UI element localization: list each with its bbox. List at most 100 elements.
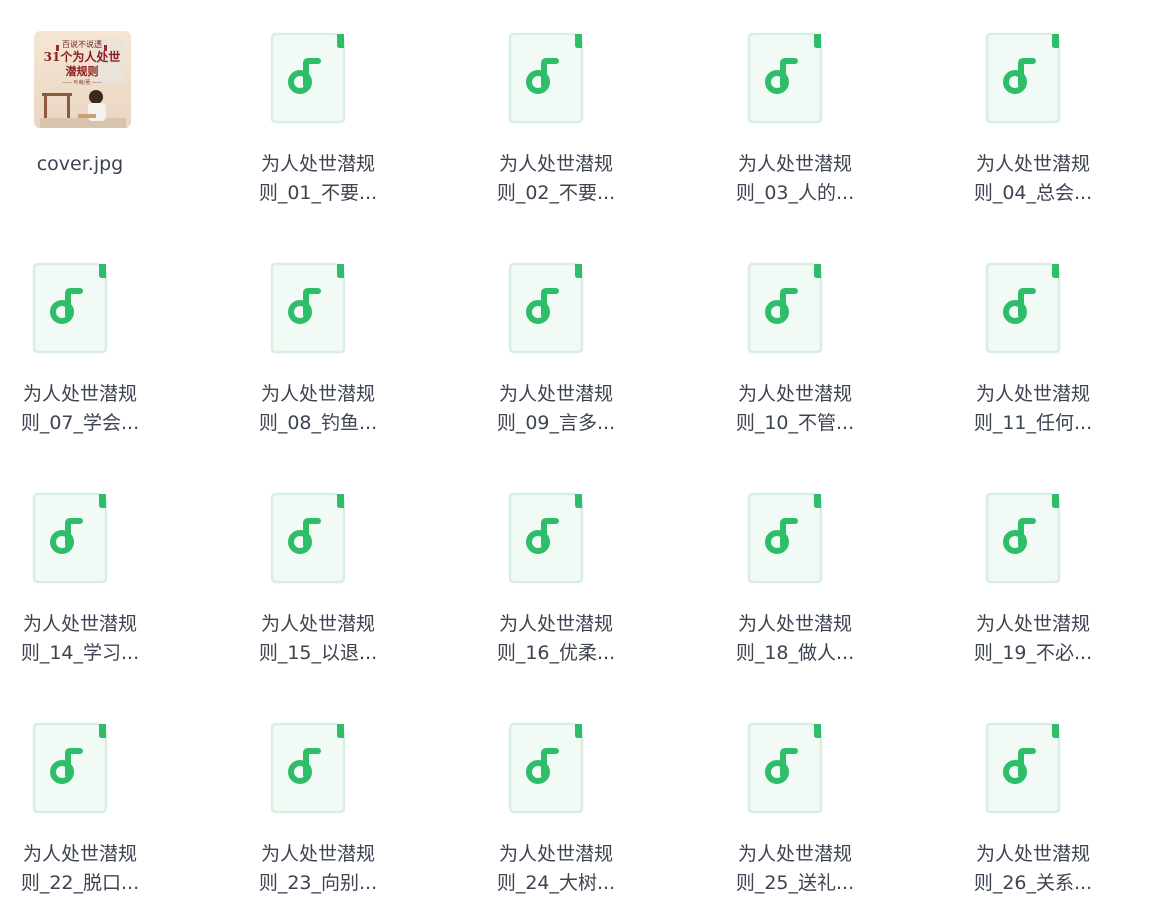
music-file-icon xyxy=(30,260,110,356)
file-name-line1: 为人处世潜规 xyxy=(498,843,613,865)
svg-text:潜规则: 潜规则 xyxy=(66,64,99,78)
file-item-audio[interactable]: 为人处世潜规 则_24_大树... xyxy=(486,690,636,894)
file-name-line1: 为人处世潜规 xyxy=(498,153,613,175)
file-name-line1: 为人处世潜规 xyxy=(975,383,1090,405)
file-name: 为人处世潜规 则_24_大树... xyxy=(486,840,626,898)
file-name-line1: 为人处世潜规 xyxy=(22,383,137,405)
file-item-audio[interactable]: 为人处世潜规 则_23_向别... xyxy=(248,690,398,894)
file-name-line2: 则_25_送礼... xyxy=(735,872,855,894)
music-file-icon xyxy=(983,490,1063,586)
file-item-audio[interactable]: 为人处世潜规 则_14_学习... xyxy=(10,460,160,664)
file-name-line1: 为人处世潜规 xyxy=(498,383,613,405)
file-name: 为人处世潜规 则_18_做人... xyxy=(725,610,865,668)
file-name-line1: 为人处世潜规 xyxy=(737,383,852,405)
file-name: 为人处世潜规 则_10_不管... xyxy=(725,380,865,438)
file-name-line2: 则_22_脱口... xyxy=(20,872,140,894)
file-item-audio[interactable]: 为人处世潜规 则_07_学会... xyxy=(10,230,160,434)
file-name-line2: 则_08_钓鱼... xyxy=(258,412,378,434)
music-file-icon xyxy=(268,260,348,356)
cover-image-thumbnail: 百说不说透 31个为人处世 潜规则 —— 叶萌/著 —— xyxy=(34,31,131,128)
file-name-line1: 为人处世潜规 xyxy=(737,843,852,865)
svg-text:31个为人处世: 31个为人处世 xyxy=(44,49,121,64)
music-file-icon xyxy=(506,490,586,586)
music-file-icon xyxy=(745,720,825,816)
music-file-icon xyxy=(745,490,825,586)
file-name: 为人处世潜规 则_11_任何... xyxy=(963,380,1103,438)
file-name-line1: 为人处世潜规 xyxy=(22,613,137,635)
file-name-line1: 为人处世潜规 xyxy=(737,153,852,175)
file-name: 为人处世潜规 则_16_优柔... xyxy=(486,610,626,668)
music-file-icon xyxy=(983,30,1063,126)
file-grid: 百说不说透 31个为人处世 潜规则 —— 叶萌/著 —— cover.jpg 为… xyxy=(0,0,1164,905)
file-name: 为人处世潜规 则_26_关系... xyxy=(963,840,1103,898)
file-item-audio[interactable]: 为人处世潜规 则_01_不要... xyxy=(248,0,398,204)
music-file-icon xyxy=(268,720,348,816)
file-name-line1: 为人处世潜规 xyxy=(260,383,375,405)
file-item-audio[interactable]: 为人处世潜规 则_04_总会... xyxy=(963,0,1113,204)
file-name-line2: 则_01_不要... xyxy=(258,182,378,204)
file-name: 为人处世潜规 则_22_脱口... xyxy=(10,840,150,898)
file-item-audio[interactable]: 为人处世潜规 则_02_不要... xyxy=(486,0,636,204)
music-file-icon xyxy=(506,260,586,356)
file-item-audio[interactable]: 为人处世潜规 则_25_送礼... xyxy=(725,690,875,894)
music-file-icon xyxy=(745,30,825,126)
file-name-line2: 则_24_大树... xyxy=(496,872,616,894)
file-item-audio[interactable]: 为人处世潜规 则_09_言多... xyxy=(486,230,636,434)
file-item-audio[interactable]: 为人处世潜规 则_26_关系... xyxy=(963,690,1113,894)
file-name: 为人处世潜规 则_23_向别... xyxy=(248,840,388,898)
music-file-icon xyxy=(30,490,110,586)
file-name-line1: cover.jpg xyxy=(36,153,124,175)
file-name-line2: 则_16_优柔... xyxy=(496,642,616,664)
music-file-icon xyxy=(506,30,586,126)
file-name: 为人处世潜规 则_19_不必... xyxy=(963,610,1103,668)
file-name-line1: 为人处世潜规 xyxy=(737,613,852,635)
file-name: 为人处世潜规 则_03_人的... xyxy=(725,150,865,208)
file-name-line1: 为人处世潜规 xyxy=(975,843,1090,865)
file-name: 为人处世潜规 则_02_不要... xyxy=(486,150,626,208)
file-name-line2: 则_19_不必... xyxy=(973,642,1093,664)
music-file-icon xyxy=(268,30,348,126)
file-name-line1: 为人处世潜规 xyxy=(260,843,375,865)
music-file-icon xyxy=(268,490,348,586)
music-file-icon xyxy=(983,720,1063,816)
file-name-line1: 为人处世潜规 xyxy=(498,613,613,635)
file-name: 为人处世潜规 则_15_以退... xyxy=(248,610,388,668)
file-name-line2: 则_18_做人... xyxy=(735,642,855,664)
file-name-line2: 则_03_人的... xyxy=(735,182,855,204)
file-name-line1: 为人处世潜规 xyxy=(22,843,137,865)
file-name: 为人处世潜规 则_07_学会... xyxy=(10,380,150,438)
file-name-line2: 则_07_学会... xyxy=(20,412,140,434)
file-name: 为人处世潜规 则_04_总会... xyxy=(963,150,1103,208)
file-name-line2: 则_11_任何... xyxy=(973,412,1093,434)
file-item-audio[interactable]: 为人处世潜规 则_16_优柔... xyxy=(486,460,636,664)
file-name: 为人处世潜规 则_01_不要... xyxy=(248,150,388,208)
music-file-icon xyxy=(745,260,825,356)
file-name-line2: 则_04_总会... xyxy=(973,182,1093,204)
file-name-line1: 为人处世潜规 xyxy=(975,613,1090,635)
file-name: 为人处世潜规 则_25_送礼... xyxy=(725,840,865,898)
file-name-line2: 则_23_向别... xyxy=(258,872,378,894)
file-name: 为人处世潜规 则_14_学习... xyxy=(10,610,150,668)
file-name-line2: 则_26_关系... xyxy=(973,872,1093,894)
file-name: 为人处世潜规 则_08_钓鱼... xyxy=(248,380,388,438)
file-item-audio[interactable]: 为人处世潜规 则_15_以退... xyxy=(248,460,398,664)
file-item-image[interactable]: 百说不说透 31个为人处世 潜规则 —— 叶萌/著 —— cover.jpg xyxy=(10,0,160,200)
file-name-line2: 则_14_学习... xyxy=(20,642,140,664)
file-item-audio[interactable]: 为人处世潜规 则_11_任何... xyxy=(963,230,1113,434)
music-file-icon xyxy=(506,720,586,816)
svg-text:—— 叶萌/著 ——: —— 叶萌/著 —— xyxy=(62,79,102,86)
file-name: 为人处世潜规 则_09_言多... xyxy=(486,380,626,438)
file-item-audio[interactable]: 为人处世潜规 则_19_不必... xyxy=(963,460,1113,664)
file-name-line2: 则_15_以退... xyxy=(258,642,378,664)
file-item-audio[interactable]: 为人处世潜规 则_18_做人... xyxy=(725,460,875,664)
file-name: cover.jpg xyxy=(10,150,150,179)
file-item-audio[interactable]: 为人处世潜规 则_22_脱口... xyxy=(10,690,160,894)
music-file-icon xyxy=(983,260,1063,356)
music-file-icon xyxy=(30,720,110,816)
file-name-line1: 为人处世潜规 xyxy=(975,153,1090,175)
svg-text:百说不说透: 百说不说透 xyxy=(62,39,102,49)
file-item-audio[interactable]: 为人处世潜规 则_10_不管... xyxy=(725,230,875,434)
file-name-line2: 则_09_言多... xyxy=(496,412,616,434)
file-item-audio[interactable]: 为人处世潜规 则_03_人的... xyxy=(725,0,875,204)
file-item-audio[interactable]: 为人处世潜规 则_08_钓鱼... xyxy=(248,230,398,434)
